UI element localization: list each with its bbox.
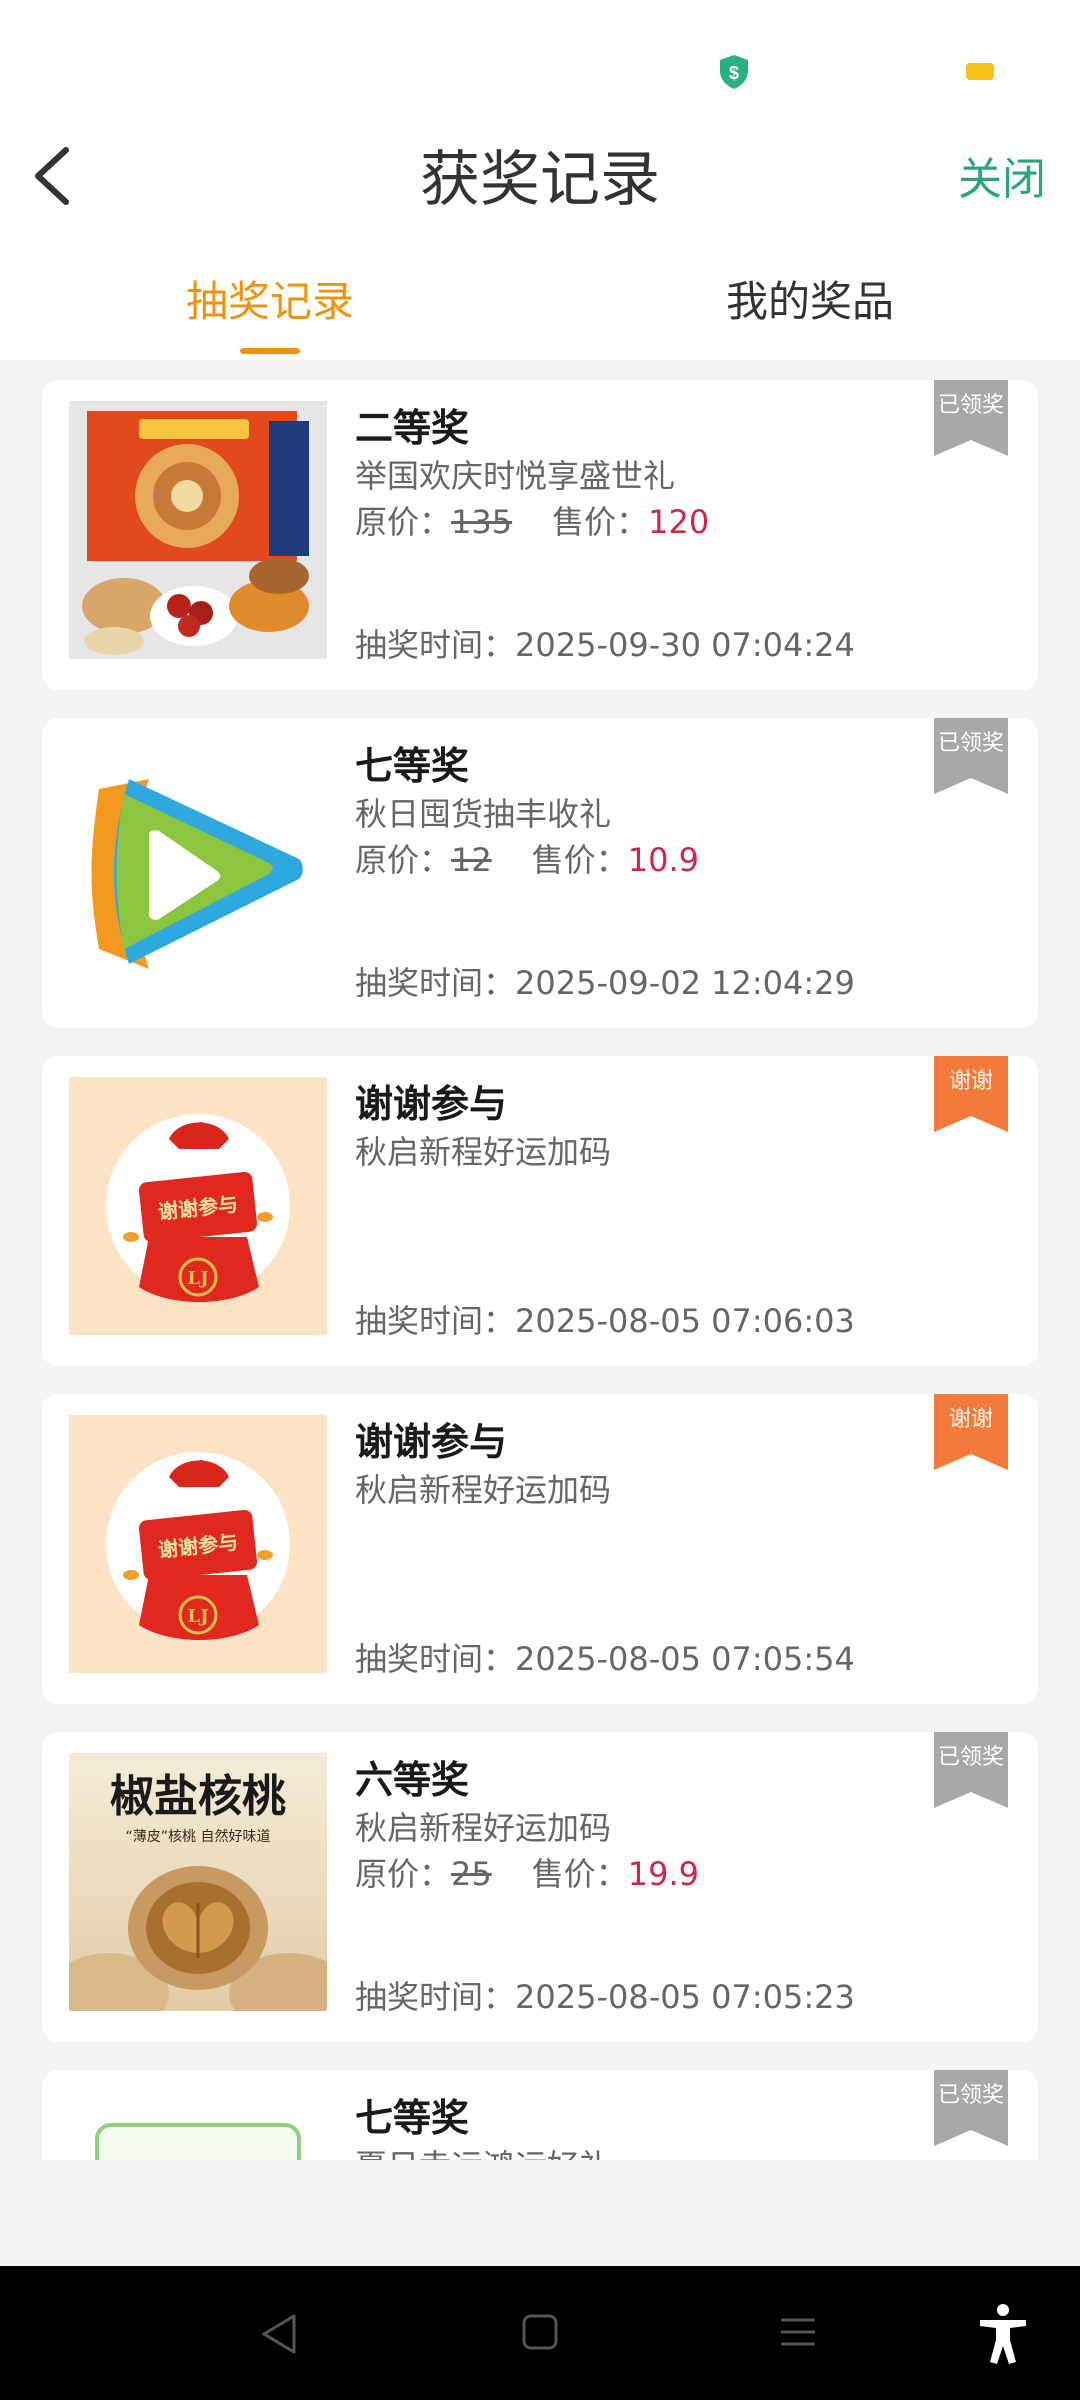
security-shield-icon: $ xyxy=(720,55,748,89)
walnut-image-tagline: “薄皮”核桃 自然好味道 xyxy=(126,1828,271,1845)
draw-time: 抽奖时间：2025-08-05 07:05:23 xyxy=(355,1978,855,2016)
tab-my-prizes[interactable]: 我的奖品 xyxy=(540,270,1080,334)
accessibility-icon[interactable] xyxy=(976,2302,1030,2366)
prize-image-day-5-card: 5 xyxy=(69,2091,327,2160)
page-title: 获奖记录 xyxy=(420,145,660,215)
original-price: 12 xyxy=(451,841,492,879)
record-card[interactable]: 谢谢参与 LJ 谢谢参与 秋启新程好运加码 抽奖时间：2025-08-05 07… xyxy=(42,1394,1038,1704)
svg-text:$: $ xyxy=(729,63,739,83)
prize-level: 七等奖 xyxy=(355,744,470,788)
activity-name: 秋启新程好运加码 xyxy=(355,1809,612,1847)
original-price: 25 xyxy=(451,1855,492,1893)
price-row: 原价：25 售价：19.9 xyxy=(355,1848,699,1900)
prize-image-nut-gift-box xyxy=(69,401,327,659)
home-square-icon[interactable] xyxy=(520,2312,560,2352)
prize-image-thanks: 谢谢参与 LJ xyxy=(69,1415,327,1673)
status-badge: 已领奖 xyxy=(937,393,1004,418)
record-card[interactable]: 5 七等奖 夏日幸运鸿运好礼 已领奖 xyxy=(42,2070,1038,2160)
tab-draw-records[interactable]: 抽奖记录 xyxy=(0,270,540,334)
draw-time: 抽奖时间：2025-09-02 12:04:29 xyxy=(355,964,855,1002)
system-nav-bar xyxy=(0,2266,1080,2400)
status-bar: $ xyxy=(0,0,1080,130)
sale-price-label: 售价： xyxy=(552,503,649,541)
activity-name: 秋启新程好运加码 xyxy=(355,1471,612,1509)
prize-level: 七等奖 xyxy=(355,2096,470,2140)
activity-name: 秋启新程好运加码 xyxy=(355,1133,612,1171)
original-price: 135 xyxy=(451,503,513,541)
prize-image-tencent-video-logo xyxy=(69,739,327,997)
price-row: 原价：135 售价：120 xyxy=(355,496,709,548)
draw-time: 抽奖时间：2025-09-30 07:04:24 xyxy=(355,626,855,664)
status-badge: 已领奖 xyxy=(937,2083,1004,2108)
prize-image-salt-walnut: 椒盐核桃 “薄皮”核桃 自然好味道 xyxy=(69,1753,327,2011)
sale-price: 120 xyxy=(648,503,710,541)
draw-time: 抽奖时间：2025-08-05 07:05:54 xyxy=(355,1640,855,1678)
prize-level: 二等奖 xyxy=(355,406,470,450)
original-price-label: 原价： xyxy=(355,1855,452,1893)
prize-level: 谢谢参与 xyxy=(355,1420,508,1464)
record-card[interactable]: 七等奖 秋日囤货抽丰收礼 原价：12 售价：10.9 抽奖时间：2025-09-0… xyxy=(42,718,1038,1028)
svg-text:LJ: LJ xyxy=(187,1606,208,1627)
activity-name: 秋日囤货抽丰收礼 xyxy=(355,795,612,833)
sale-price: 10.9 xyxy=(627,841,699,879)
prize-level: 六等奖 xyxy=(355,1758,470,1802)
activity-name: 举国欢庆时悦享盛世礼 xyxy=(355,457,676,495)
close-button[interactable]: 关闭 xyxy=(958,150,1046,210)
price-row: 原价：12 售价：10.9 xyxy=(355,834,699,886)
sale-price-label: 售价： xyxy=(531,841,628,879)
status-badge: 谢谢 xyxy=(948,1407,993,1432)
back-triangle-icon[interactable] xyxy=(258,2312,302,2356)
original-price-label: 原价： xyxy=(355,841,452,879)
svg-text:LJ: LJ xyxy=(187,1268,208,1289)
original-price-label: 原价： xyxy=(355,503,452,541)
status-badge: 谢谢 xyxy=(948,1069,993,1094)
status-badge: 已领奖 xyxy=(937,731,1004,756)
walnut-image-title: 椒盐核桃 xyxy=(110,1771,286,1822)
activity-name: 夏日幸运鸿运好礼 xyxy=(355,2142,611,2160)
active-tab-indicator xyxy=(240,348,300,354)
menu-lines-icon[interactable] xyxy=(778,2314,818,2350)
record-card[interactable]: 椒盐核桃 “薄皮”核桃 自然好味道 六等奖 秋启新程好运加码 原价：25 售价：1… xyxy=(42,1732,1038,2042)
record-list[interactable]: 二等奖 举国欢庆时悦享盛世礼 原价：135 售价：120 抽奖时间：2025-09… xyxy=(0,360,1080,2160)
prize-level: 谢谢参与 xyxy=(355,1082,508,1126)
bottom-spacer xyxy=(0,2160,1080,2266)
sale-price-label: 售价： xyxy=(531,1855,628,1893)
sale-price: 19.9 xyxy=(627,1855,699,1893)
record-card[interactable]: 二等奖 举国欢庆时悦享盛世礼 原价：135 售价：120 抽奖时间：2025-09… xyxy=(42,380,1038,690)
battery-indicator-icon xyxy=(966,63,994,80)
record-card[interactable]: 谢谢参与 LJ 谢谢参与 秋启新程好运加码 抽奖时间：2025-08-05 07… xyxy=(42,1056,1038,1366)
draw-time: 抽奖时间：2025-08-05 07:06:03 xyxy=(355,1302,855,1340)
status-badge: 已领奖 xyxy=(937,1745,1004,1770)
prize-image-thanks: 谢谢参与 LJ xyxy=(69,1077,327,1335)
